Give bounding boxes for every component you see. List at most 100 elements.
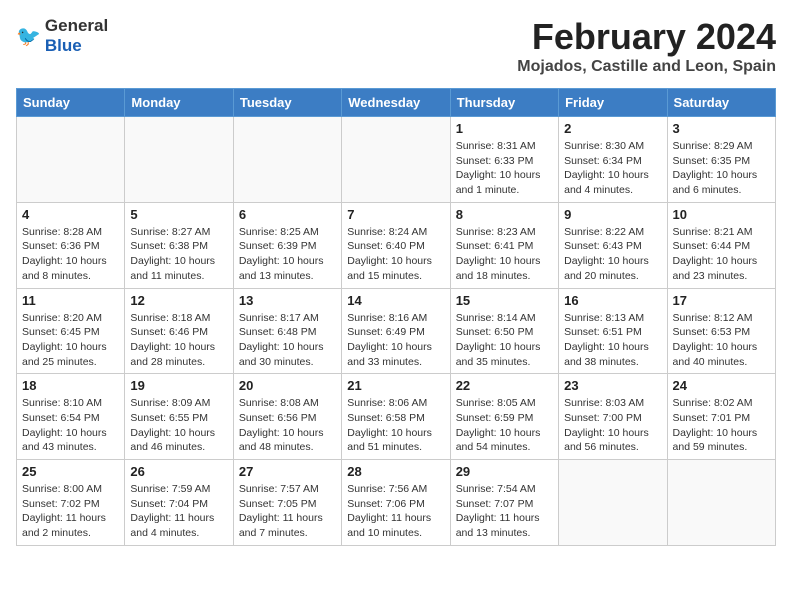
- calendar-week-4: 18Sunrise: 8:10 AMSunset: 6:54 PMDayligh…: [17, 374, 776, 460]
- day-info: Sunrise: 8:28 AMSunset: 6:36 PMDaylight:…: [22, 225, 119, 284]
- weekday-header-row: SundayMondayTuesdayWednesdayThursdayFrid…: [17, 89, 776, 117]
- calendar-cell: 20Sunrise: 8:08 AMSunset: 6:56 PMDayligh…: [233, 374, 341, 460]
- calendar-cell: [125, 117, 233, 203]
- day-number: 12: [130, 293, 227, 308]
- day-info: Sunrise: 8:24 AMSunset: 6:40 PMDaylight:…: [347, 225, 444, 284]
- day-number: 22: [456, 378, 553, 393]
- calendar-week-1: 1 Sunrise: 8:31 AMSunset: 6:33 PMDaylight…: [17, 117, 776, 203]
- calendar-cell: 17Sunrise: 8:12 AMSunset: 6:53 PMDayligh…: [667, 288, 775, 374]
- calendar-cell: 21 Sunrise: 8:06 AMSunset: 6:58 PMDayligh…: [342, 374, 450, 460]
- calendar-cell: 19Sunrise: 8:09 AMSunset: 6:55 PMDayligh…: [125, 374, 233, 460]
- calendar-cell: 6 Sunrise: 8:25 AMSunset: 6:39 PMDaylight…: [233, 202, 341, 288]
- calendar-week-3: 11 Sunrise: 8:20 AMSunset: 6:45 PMDayligh…: [17, 288, 776, 374]
- calendar-cell: 14Sunrise: 8:16 AMSunset: 6:49 PMDayligh…: [342, 288, 450, 374]
- day-info: Sunrise: 7:56 AMSunset: 7:06 PMDaylight:…: [347, 482, 444, 541]
- weekday-tuesday: Tuesday: [233, 89, 341, 117]
- weekday-wednesday: Wednesday: [342, 89, 450, 117]
- day-number: 25: [22, 464, 119, 479]
- calendar-cell: 12 Sunrise: 8:18 AMSunset: 6:46 PMDayligh…: [125, 288, 233, 374]
- calendar-cell: 10 Sunrise: 8:21 AMSunset: 6:44 PMDayligh…: [667, 202, 775, 288]
- calendar-body: 1 Sunrise: 8:31 AMSunset: 6:33 PMDaylight…: [17, 117, 776, 546]
- calendar-cell: [233, 117, 341, 203]
- day-number: 10: [673, 207, 770, 222]
- day-info: Sunrise: 8:18 AMSunset: 6:46 PMDaylight:…: [130, 311, 227, 370]
- calendar-cell: [17, 117, 125, 203]
- day-info: Sunrise: 8:22 AMSunset: 6:43 PMDaylight:…: [564, 225, 661, 284]
- calendar-cell: 28Sunrise: 7:56 AMSunset: 7:06 PMDayligh…: [342, 460, 450, 546]
- calendar-week-5: 25 Sunrise: 8:00 AMSunset: 7:02 PMDayligh…: [17, 460, 776, 546]
- calendar-cell: 8Sunrise: 8:23 AMSunset: 6:41 PMDaylight…: [450, 202, 558, 288]
- day-info: Sunrise: 8:09 AMSunset: 6:55 PMDaylight:…: [130, 396, 227, 455]
- day-info: Sunrise: 7:57 AMSunset: 7:05 PMDaylight:…: [239, 482, 336, 541]
- calendar-cell: 1 Sunrise: 8:31 AMSunset: 6:33 PMDaylight…: [450, 117, 558, 203]
- day-number: 3: [673, 121, 770, 136]
- day-info: Sunrise: 8:13 AMSunset: 6:51 PMDaylight:…: [564, 311, 661, 370]
- weekday-saturday: Saturday: [667, 89, 775, 117]
- day-number: 27: [239, 464, 336, 479]
- day-number: 15: [456, 293, 553, 308]
- logo-general: General: [45, 16, 108, 35]
- calendar-cell: 2 Sunrise: 8:30 AMSunset: 6:34 PMDaylight…: [559, 117, 667, 203]
- calendar-cell: [667, 460, 775, 546]
- weekday-thursday: Thursday: [450, 89, 558, 117]
- calendar-cell: 4Sunrise: 8:28 AMSunset: 6:36 PMDaylight…: [17, 202, 125, 288]
- day-number: 24: [673, 378, 770, 393]
- day-info: Sunrise: 8:05 AMSunset: 6:59 PMDaylight:…: [456, 396, 553, 455]
- day-number: 16: [564, 293, 661, 308]
- month-year-title: February 2024: [517, 16, 776, 58]
- location-subtitle: Mojados, Castille and Leon, Spain: [517, 58, 776, 76]
- calendar-cell: 16 Sunrise: 8:13 AMSunset: 6:51 PMDayligh…: [559, 288, 667, 374]
- day-info: Sunrise: 8:23 AMSunset: 6:41 PMDaylight:…: [456, 225, 553, 284]
- day-info: Sunrise: 8:06 AMSunset: 6:58 PMDaylight:…: [347, 396, 444, 455]
- calendar-week-2: 4Sunrise: 8:28 AMSunset: 6:36 PMDaylight…: [17, 202, 776, 288]
- day-info: Sunrise: 8:00 AMSunset: 7:02 PMDaylight:…: [22, 482, 119, 541]
- day-info: Sunrise: 8:21 AMSunset: 6:44 PMDaylight:…: [673, 225, 770, 284]
- day-number: 7: [347, 207, 444, 222]
- day-number: 29: [456, 464, 553, 479]
- calendar-cell: 23Sunrise: 8:03 AMSunset: 7:00 PMDayligh…: [559, 374, 667, 460]
- day-number: 1: [456, 121, 553, 136]
- day-number: 6: [239, 207, 336, 222]
- calendar-cell: 18Sunrise: 8:10 AMSunset: 6:54 PMDayligh…: [17, 374, 125, 460]
- day-number: 9: [564, 207, 661, 222]
- logo-bird-icon: 🐦: [16, 24, 41, 49]
- calendar-cell: 13 Sunrise: 8:17 AMSunset: 6:48 PMDayligh…: [233, 288, 341, 374]
- day-number: 20: [239, 378, 336, 393]
- calendar-cell: 22 Sunrise: 8:05 AMSunset: 6:59 PMDayligh…: [450, 374, 558, 460]
- day-info: Sunrise: 8:29 AMSunset: 6:35 PMDaylight:…: [673, 139, 770, 198]
- calendar-cell: 25 Sunrise: 8:00 AMSunset: 7:02 PMDayligh…: [17, 460, 125, 546]
- day-info: Sunrise: 8:02 AMSunset: 7:01 PMDaylight:…: [673, 396, 770, 455]
- day-number: 11: [22, 293, 119, 308]
- calendar-cell: 3 Sunrise: 8:29 AMSunset: 6:35 PMDaylight…: [667, 117, 775, 203]
- day-info: Sunrise: 8:12 AMSunset: 6:53 PMDaylight:…: [673, 311, 770, 370]
- day-info: Sunrise: 8:30 AMSunset: 6:34 PMDaylight:…: [564, 139, 661, 198]
- day-info: Sunrise: 8:10 AMSunset: 6:54 PMDaylight:…: [22, 396, 119, 455]
- weekday-friday: Friday: [559, 89, 667, 117]
- calendar-cell: 7 Sunrise: 8:24 AMSunset: 6:40 PMDaylight…: [342, 202, 450, 288]
- day-info: Sunrise: 8:17 AMSunset: 6:48 PMDaylight:…: [239, 311, 336, 370]
- calendar-cell: 26 Sunrise: 7:59 AMSunset: 7:04 PMDayligh…: [125, 460, 233, 546]
- day-info: Sunrise: 8:03 AMSunset: 7:00 PMDaylight:…: [564, 396, 661, 455]
- day-info: Sunrise: 7:59 AMSunset: 7:04 PMDaylight:…: [130, 482, 227, 541]
- day-number: 2: [564, 121, 661, 136]
- day-info: Sunrise: 8:14 AMSunset: 6:50 PMDaylight:…: [456, 311, 553, 370]
- calendar-cell: 9 Sunrise: 8:22 AMSunset: 6:43 PMDaylight…: [559, 202, 667, 288]
- calendar-cell: [559, 460, 667, 546]
- day-info: Sunrise: 8:31 AMSunset: 6:33 PMDaylight:…: [456, 139, 553, 198]
- day-info: Sunrise: 8:25 AMSunset: 6:39 PMDaylight:…: [239, 225, 336, 284]
- day-number: 26: [130, 464, 227, 479]
- calendar-cell: 29 Sunrise: 7:54 AMSunset: 7:07 PMDayligh…: [450, 460, 558, 546]
- logo: 🐦 General Blue: [16, 16, 108, 56]
- calendar-cell: [342, 117, 450, 203]
- calendar-header: February 2024 Mojados, Castille and Leon…: [517, 16, 776, 76]
- day-number: 13: [239, 293, 336, 308]
- day-number: 14: [347, 293, 444, 308]
- day-info: Sunrise: 8:20 AMSunset: 6:45 PMDaylight:…: [22, 311, 119, 370]
- day-number: 21: [347, 378, 444, 393]
- weekday-sunday: Sunday: [17, 89, 125, 117]
- calendar-table: SundayMondayTuesdayWednesdayThursdayFrid…: [16, 88, 776, 546]
- day-info: Sunrise: 8:27 AMSunset: 6:38 PMDaylight:…: [130, 225, 227, 284]
- day-info: Sunrise: 7:54 AMSunset: 7:07 PMDaylight:…: [456, 482, 553, 541]
- logo-blue: Blue: [45, 36, 82, 55]
- calendar-cell: 11 Sunrise: 8:20 AMSunset: 6:45 PMDayligh…: [17, 288, 125, 374]
